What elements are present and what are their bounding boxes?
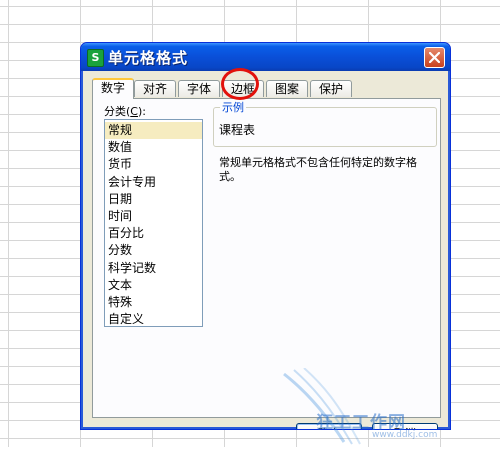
category-list[interactable]: 常规 数值 货币 会计专用 日期 时间 百分比 分数 科学记数 文本 特殊 自定…: [104, 119, 203, 327]
category-item-custom[interactable]: 自定义: [105, 311, 202, 328]
dialog-title: 单元格格式: [108, 49, 189, 67]
wps-app-icon: S: [87, 49, 104, 67]
category-label: 分类(C):: [104, 105, 146, 118]
category-item-text[interactable]: 文本: [105, 277, 202, 294]
sample-group: 示例 课程表: [213, 99, 437, 147]
tab-font[interactable]: 字体: [178, 80, 220, 97]
sample-legend: 示例: [220, 99, 246, 115]
close-x-icon: [429, 52, 440, 63]
close-button[interactable]: [424, 47, 445, 68]
tab-number[interactable]: 数字: [92, 78, 134, 99]
format-description: 常规单元格格式不包含任何特定的数字格式。: [219, 156, 417, 183]
category-item-time[interactable]: 时间: [105, 208, 202, 225]
category-item-date[interactable]: 日期: [105, 191, 202, 208]
category-item-currency[interactable]: 货币: [105, 156, 202, 173]
sample-value: 课程表: [219, 123, 256, 137]
tab-protection[interactable]: 保护: [310, 80, 352, 97]
ok-button[interactable]: 确定: [296, 423, 362, 429]
category-item-fraction[interactable]: 分数: [105, 242, 202, 259]
category-item-general[interactable]: 常规: [105, 122, 202, 140]
category-item-number[interactable]: 数值: [105, 139, 202, 156]
tab-pattern[interactable]: 图案: [266, 80, 308, 97]
tab-alignment[interactable]: 对齐: [134, 80, 176, 97]
category-item-percentage[interactable]: 百分比: [105, 225, 202, 242]
cancel-button[interactable]: 取消: [372, 423, 438, 429]
number-tab-panel: 分类(C): 常规 数值 货币 会计专用 日期 时间 百分比 分数 科学记数 文…: [92, 98, 441, 418]
category-item-accounting[interactable]: 会计专用: [105, 174, 202, 191]
category-item-special[interactable]: 特殊: [105, 294, 202, 311]
format-cells-dialog: S 单元格格式 数字 对齐 字体 边框 图案 保护 分类(C): 常规 数值 货…: [80, 42, 451, 430]
dialog-body: 数字 对齐 字体 边框 图案 保护 分类(C): 常规 数值 货币 会计专用 日…: [84, 71, 447, 429]
dialog-titlebar[interactable]: S 单元格格式: [81, 43, 450, 71]
tab-border[interactable]: 边框: [222, 80, 264, 97]
category-item-scientific[interactable]: 科学记数: [105, 260, 202, 277]
